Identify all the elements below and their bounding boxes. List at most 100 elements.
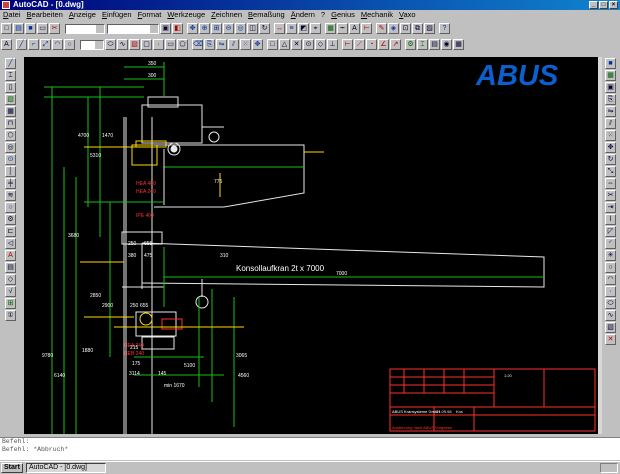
point-icon[interactable]: · <box>153 39 164 50</box>
leader-icon[interactable]: ↗ <box>390 39 401 50</box>
line-icon[interactable]: ╱ <box>16 39 27 50</box>
genius-bom-icon[interactable]: ▤ <box>429 39 440 50</box>
zoom-window-icon[interactable]: ⊞ <box>211 23 222 34</box>
right-circle-icon[interactable]: ○ <box>605 262 616 273</box>
drawing-canvas[interactable]: ABUS Konsollaufkran 2t x 7000 7000 HEA 4… <box>24 57 598 434</box>
snap-perpendicular-icon[interactable]: ⊥ <box>327 39 338 50</box>
hatch-icon[interactable]: ▧ <box>129 39 140 50</box>
spline-icon[interactable]: ∿ <box>117 39 128 50</box>
right-scale-icon[interactable]: ⤡ <box>605 166 616 177</box>
radius-dim-icon[interactable]: ◔ <box>366 39 377 50</box>
menu-anzeige[interactable]: Anzeige <box>66 10 99 20</box>
right-erase-icon[interactable]: ✕ <box>605 334 616 345</box>
move-icon[interactable]: ✥ <box>252 39 263 50</box>
palette-hatch-icon[interactable]: ▧ <box>5 94 16 105</box>
menu-genius[interactable]: Genius <box>328 10 358 20</box>
menu-format[interactable]: Format <box>135 10 165 20</box>
start-button[interactable]: Start <box>1 463 23 473</box>
palette-beam-icon[interactable]: ⊏ <box>5 226 16 237</box>
properties-icon[interactable]: ◧ <box>172 23 183 34</box>
vertical-scrollbar[interactable] <box>598 57 602 434</box>
circle-icon[interactable]: ○ <box>64 39 75 50</box>
copy-icon[interactable]: ⎘ <box>204 39 215 50</box>
command-line[interactable]: Befehl: Befehl: *Abbruch* <box>0 437 620 460</box>
mirror-icon[interactable]: ⇋ <box>216 39 227 50</box>
block-icon[interactable]: ◈ <box>388 23 399 34</box>
snap-combo[interactable] <box>80 39 104 50</box>
right-spline-icon[interactable]: ∿ <box>605 310 616 321</box>
xline-icon[interactable]: ⤢ <box>40 39 51 50</box>
insert-icon[interactable]: ⊡ <box>400 23 411 34</box>
autocad-app-icon[interactable] <box>2 1 10 9</box>
open-file-icon[interactable]: ▤ <box>13 23 24 34</box>
redraw-icon[interactable]: ↻ <box>259 23 270 34</box>
image-icon[interactable]: ▨ <box>424 23 435 34</box>
text-icon[interactable]: A <box>1 39 12 50</box>
cut-icon[interactable]: ✂ <box>49 23 60 34</box>
close-button[interactable]: × <box>609 1 618 9</box>
save-icon[interactable]: ■ <box>25 23 36 34</box>
region-icon[interactable]: ▢ <box>141 39 152 50</box>
right-rotate-icon[interactable]: ↻ <box>605 154 616 165</box>
menu-bearbeiten[interactable]: Bearbeiten <box>24 10 66 20</box>
right-trim-icon[interactable]: ✂ <box>605 190 616 201</box>
palette-gear-icon[interactable]: ⚙ <box>5 214 16 225</box>
polyline-icon[interactable]: ⌐ <box>28 39 39 50</box>
snap-endpoint-icon[interactable]: □ <box>267 39 278 50</box>
linear-dim-icon[interactable]: ⊢ <box>342 39 353 50</box>
right-ellipse-icon[interactable]: ⬭ <box>605 298 616 309</box>
right-arc-icon[interactable]: ◠ <box>605 274 616 285</box>
snap-midpoint-icon[interactable]: △ <box>279 39 290 50</box>
right-match-icon[interactable]: ▣ <box>605 82 616 93</box>
palette-shaft-icon[interactable]: ▯ <box>5 82 16 93</box>
palette-table-icon[interactable]: ▤ <box>5 262 16 273</box>
snap-intersection-icon[interactable]: ✕ <box>291 39 302 50</box>
right-move-icon[interactable]: ✥ <box>605 142 616 153</box>
palette-symbol-icon[interactable]: ◇ <box>5 274 16 285</box>
area-icon[interactable]: ◩ <box>298 23 309 34</box>
aligned-dim-icon[interactable]: ⟋ <box>354 39 365 50</box>
zoom-all-icon[interactable]: ◎ <box>235 23 246 34</box>
genius-balloon-icon[interactable]: ◉ <box>441 39 452 50</box>
zoom-realtime-icon[interactable]: ⊕ <box>199 23 210 34</box>
palette-tolerance-icon[interactable]: ⊞ <box>5 298 16 309</box>
arc-icon[interactable]: ◠ <box>52 39 63 50</box>
palette-balloon-icon[interactable]: ① <box>5 310 16 321</box>
menu-einfuegen[interactable]: Einfügen <box>99 10 135 20</box>
linetype-icon[interactable]: ┅ <box>337 23 348 34</box>
match-prop-icon[interactable]: ▣ <box>160 23 171 34</box>
right-chamfer-icon[interactable]: ◸ <box>605 226 616 237</box>
right-break-icon[interactable]: ⌇ <box>605 214 616 225</box>
right-explode-icon[interactable]: ✳ <box>605 250 616 261</box>
right-extend-icon[interactable]: ⇥ <box>605 202 616 213</box>
text-style-icon[interactable]: A <box>349 23 360 34</box>
taskbar-autocad-button[interactable]: AutoCAD - [0.dwg] <box>26 463 106 473</box>
offset-icon[interactable]: ⫽ <box>228 39 239 50</box>
aerial-view-icon[interactable]: ◫ <box>247 23 258 34</box>
polygon-icon[interactable]: ⬠ <box>177 39 188 50</box>
right-offset-icon[interactable]: ⫽ <box>605 118 616 129</box>
right-point-icon[interactable]: · <box>605 286 616 297</box>
right-copy-icon[interactable]: ⎘ <box>605 94 616 105</box>
dim-style-icon[interactable]: ⊢ <box>361 23 372 34</box>
palette-profile-icon[interactable]: ⌶ <box>5 70 16 81</box>
zoom-previous-icon[interactable]: ⊖ <box>223 23 234 34</box>
palette-weld-icon[interactable]: ◁ <box>5 238 16 249</box>
id-point-icon[interactable]: ⌖ <box>310 23 321 34</box>
maximize-button[interactable]: □ <box>599 1 608 9</box>
snap-center-icon[interactable]: ⊙ <box>303 39 314 50</box>
palette-pin-icon[interactable]: │ <box>5 166 16 177</box>
layer-manager-icon[interactable]: ▦ <box>325 23 336 34</box>
menu-mechanik[interactable]: Mechanik <box>358 10 396 20</box>
print-icon[interactable]: ▭ <box>37 23 48 34</box>
right-stretch-icon[interactable]: ⇔ <box>605 178 616 189</box>
palette-spring-icon[interactable]: ≋ <box>5 190 16 201</box>
pencil-icon[interactable]: ✎ <box>376 23 387 34</box>
help-icon[interactable]: ? <box>439 23 450 34</box>
palette-rivet-icon[interactable]: ╪ <box>5 178 16 189</box>
new-file-icon[interactable]: □ <box>1 23 12 34</box>
rectangle-icon[interactable]: ▭ <box>165 39 176 50</box>
palette-text-icon[interactable]: A <box>5 250 16 261</box>
right-fillet-icon[interactable]: ◜ <box>605 238 616 249</box>
layer-combo[interactable] <box>65 23 105 34</box>
